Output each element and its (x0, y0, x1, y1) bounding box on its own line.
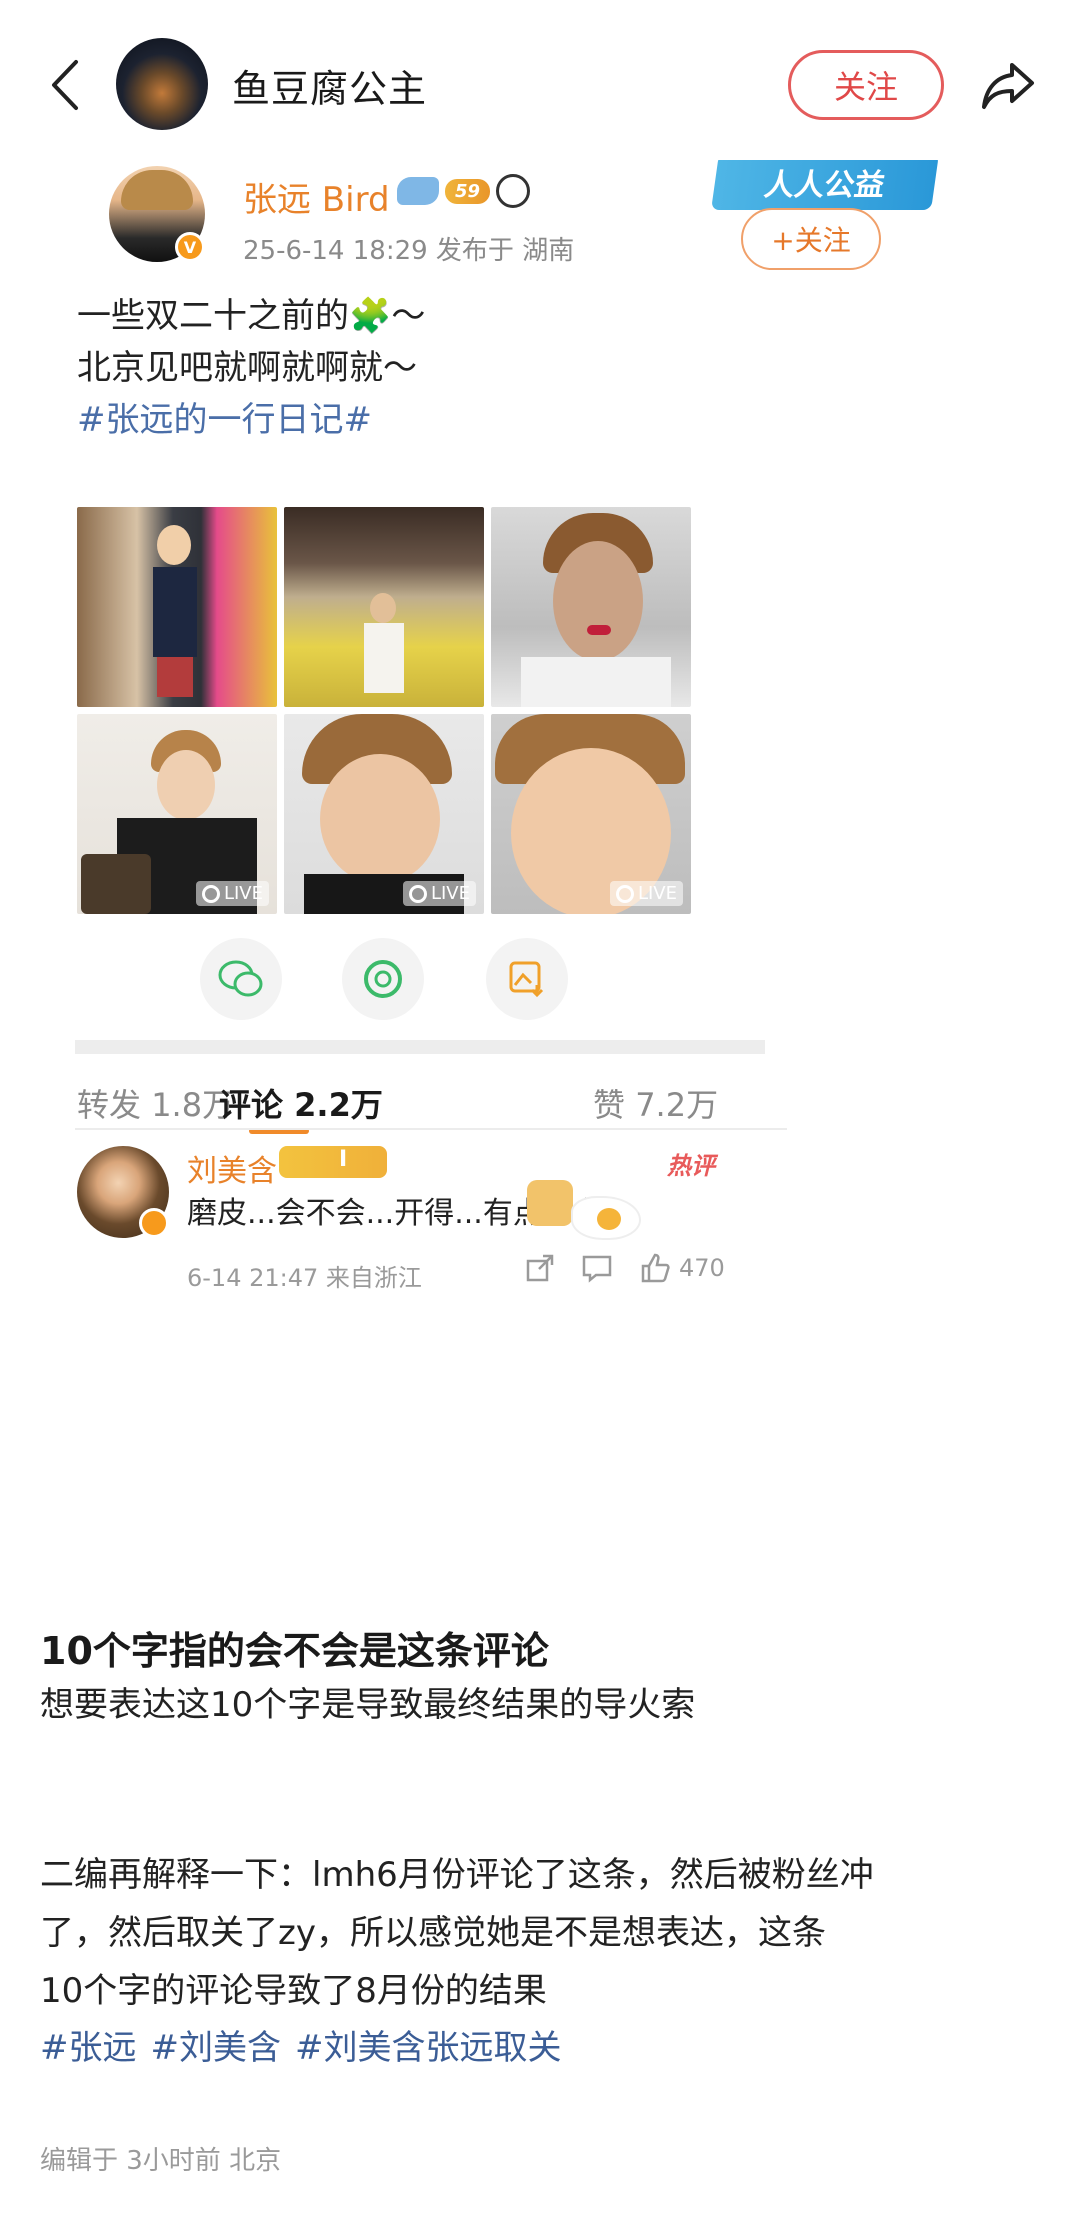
level-badge: 59 (445, 178, 491, 204)
comment-tab: 评论 2.2万 (219, 1086, 383, 1124)
author-name[interactable]: 鱼豆腐公主 (232, 58, 427, 113)
embed-follow-button: +关注 (741, 208, 881, 270)
embed-author-name: 张远 Bird (243, 180, 390, 220)
live-badge: LIVE (609, 881, 683, 906)
live-badge: LIVE (195, 881, 269, 906)
divider (75, 1040, 765, 1054)
photo-2 (284, 507, 484, 707)
comment-like-count: 470 (679, 1254, 725, 1282)
hashtag-link[interactable]: #张远 (40, 2020, 137, 2069)
hashtag-link[interactable]: #刘美含 (151, 2020, 282, 2069)
live-icon (408, 884, 427, 903)
paragraph-2-line-2: 了，然后取关了zy，所以感觉她是不是想表达，这条 (40, 1913, 826, 1953)
crown-badge-icon: I (279, 1146, 387, 1178)
comment-actions: 470 (525, 1252, 725, 1284)
share-button[interactable] (976, 56, 1040, 116)
hot-comment: 刘美含 I 热评 磨皮...会不会...开得...有点...大... 6-14 … (75, 1140, 787, 1300)
photo-1 (77, 507, 277, 707)
live-icon (201, 884, 220, 903)
wechat-icon (218, 960, 263, 997)
bird-badge-icon (397, 177, 439, 205)
photo-grid: LIVE LIVE LIVE (77, 507, 693, 917)
back-button[interactable] (40, 52, 90, 118)
comment-meta: 6-14 21:47 来自浙江 (187, 1264, 422, 1292)
post-line-2: 北京见吧就啊就啊就～ (77, 348, 417, 388)
user-badges: 59 (397, 174, 531, 208)
verified-badge-icon: V (175, 232, 205, 262)
commenter-name: 刘美含 (187, 1154, 277, 1189)
photo-4: LIVE (77, 714, 277, 914)
hot-comment-tag: 热评 (667, 1152, 715, 1180)
doge-emoji-icon (527, 1180, 573, 1226)
photo-6: LIVE (491, 714, 691, 914)
share-icon (526, 1254, 554, 1282)
live-icon (615, 884, 634, 903)
follow-button[interactable]: 关注 (788, 50, 944, 120)
post-stats-tabs: 转发 1.8万 评论 2.2万 赞 7.2万 (75, 1070, 787, 1134)
embed-post-meta: 25-6-14 18:29 发布于 湖南 (243, 236, 575, 266)
save-image-button (486, 938, 568, 1020)
photo-3 (491, 507, 691, 707)
share-icon (982, 63, 1034, 109)
paragraph-2-line-1: 二编再解释一下：lmh6月份评论了这条，然后被粉丝冲 (40, 1855, 874, 1895)
moments-share-button (342, 938, 424, 1020)
live-badge: LIVE (402, 881, 476, 906)
embed-post-text: 一些双二十之前的🧩～ 北京见吧就啊就啊就～ #张远的一行日记# (77, 290, 425, 446)
wechat-share-button (200, 938, 282, 1020)
like-tab: 赞 7.2万 (593, 1086, 719, 1124)
author-avatar[interactable] (116, 38, 208, 130)
tabs-divider (75, 1128, 787, 1130)
charity-sticker: 人人公益 (711, 160, 939, 210)
photo-5: LIVE (284, 714, 484, 914)
post-line-1: 一些双二十之前的🧩～ (77, 296, 426, 336)
article-paragraph-1: 想要表达这10个字是导致最终结果的导火索 (40, 1685, 696, 1725)
article-title: 10个字指的会不会是这条评论 (40, 1629, 549, 1673)
chevron-left-icon (52, 60, 78, 110)
embedded-post-screenshot: V 张远 Bird 59 25-6-14 18:29 发布于 湖南 人人公益 +… (75, 160, 1005, 1600)
hashtag-link[interactable]: #刘美含张远取关 (295, 2020, 562, 2069)
save-image-icon (509, 961, 544, 998)
panda-icon (496, 174, 531, 208)
repost-tab: 转发 1.8万 (77, 1086, 235, 1124)
article-paragraph-2: 二编再解释一下：lmh6月份评论了这条，然后被粉丝冲 了，然后取关了zy，所以感… (40, 1846, 1040, 2020)
thumbs-up-icon (641, 1253, 670, 1283)
egg-sticker-icon (571, 1196, 641, 1240)
post-hashtag: #张远的一行日记# (77, 400, 372, 440)
verified-badge-icon (139, 1208, 169, 1238)
paragraph-2-line-3: 10个字的评论导致了8月份的结果 (40, 1971, 547, 2011)
comment-icon (582, 1255, 612, 1283)
moments-icon (364, 960, 402, 998)
article-hashtags: #张远 #刘美含 #刘美含张远取关 (40, 2020, 562, 2069)
edited-info: 编辑于 3小时前 北京 (40, 2146, 282, 2176)
share-row (200, 938, 700, 1028)
top-bar: 鱼豆腐公主 关注 (0, 0, 1080, 170)
